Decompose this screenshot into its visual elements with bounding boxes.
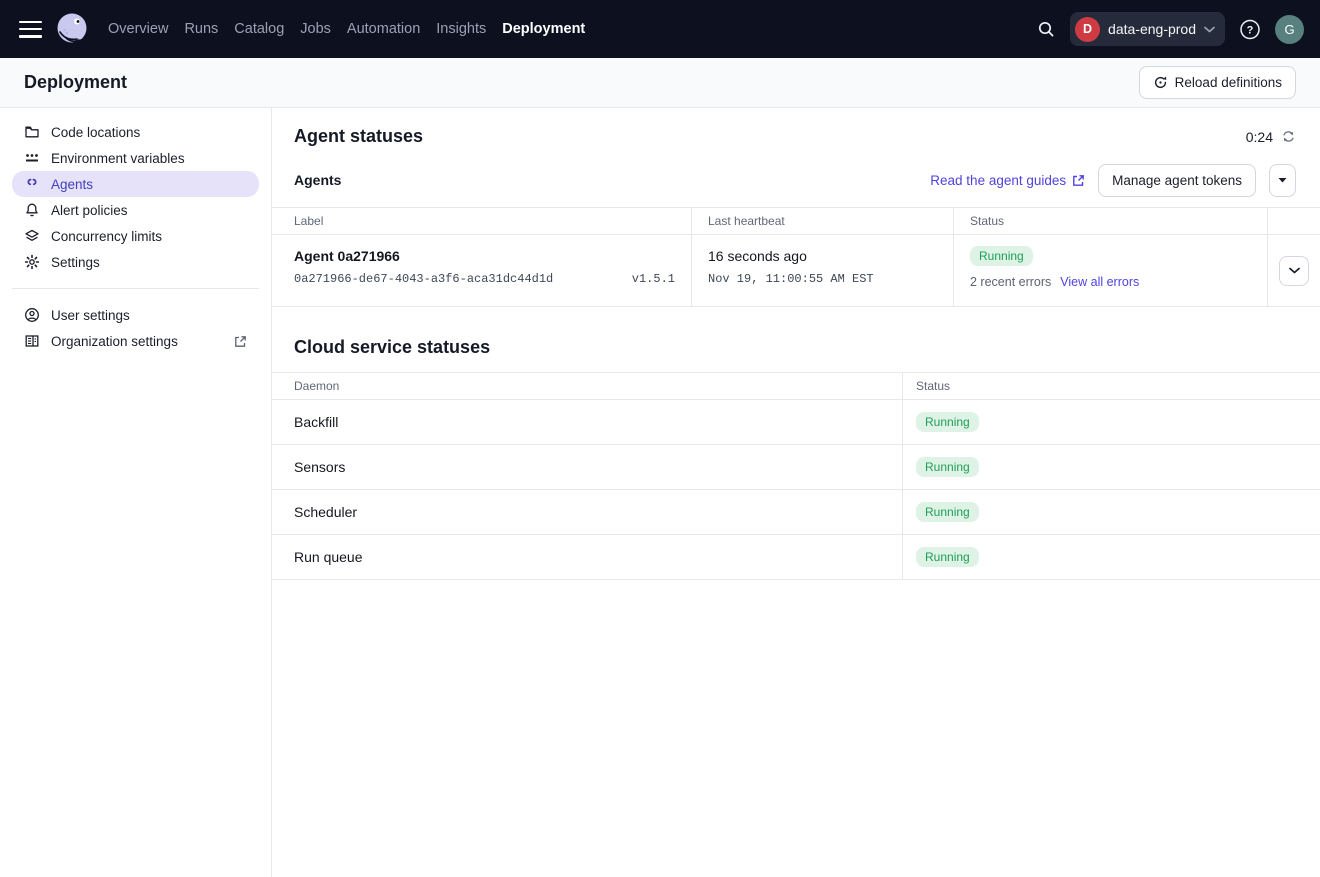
nav-automation[interactable]: Automation — [347, 17, 420, 41]
chevron-down-icon — [1204, 26, 1215, 33]
daemon-row-backfill: Backfill Running — [272, 400, 1320, 445]
nav-jobs[interactable]: Jobs — [300, 17, 331, 41]
manage-agent-tokens-button[interactable]: Manage agent tokens — [1098, 164, 1256, 197]
user-avatar[interactable]: G — [1275, 15, 1304, 44]
recent-errors-count: 2 recent errors — [970, 275, 1051, 289]
agent-icon — [24, 176, 40, 192]
page-title: Deployment — [24, 72, 127, 93]
agent-status-badge: Running — [970, 246, 1033, 266]
sidebar-item-organization-settings[interactable]: Organization settings — [12, 328, 259, 354]
cloud-service-statuses-title: Cloud service statuses — [294, 337, 1296, 358]
heartbeat-absolute: Nov 19, 11:00:55 AM EST — [708, 272, 937, 286]
reload-definitions-button[interactable]: Reload definitions — [1139, 66, 1296, 99]
deployment-initial-badge: D — [1075, 17, 1100, 42]
external-link-icon — [1072, 174, 1085, 187]
organization-icon — [24, 333, 40, 349]
refresh-countdown: 0:24 — [1246, 129, 1296, 145]
daemon-status-badge: Running — [916, 502, 979, 522]
agent-name: Agent 0a271966 — [294, 248, 675, 264]
deployment-sidebar: Code locations Environment variables Age… — [0, 108, 272, 877]
sidebar-item-settings[interactable]: Settings — [12, 249, 259, 275]
cloud-services-table: Daemon Status Backfill Running Sensors R… — [272, 372, 1320, 580]
sidebar-item-environment-variables[interactable]: Environment variables — [12, 145, 259, 171]
sidebar-item-alert-policies[interactable]: Alert policies — [12, 197, 259, 223]
daemon-row-scheduler: Scheduler Running — [272, 490, 1320, 535]
col-header-label: Label — [272, 208, 691, 234]
daemon-status-badge: Running — [916, 412, 979, 432]
nav-catalog[interactable]: Catalog — [234, 17, 284, 41]
agents-table: Label Last heartbeat Status Agent 0a2719… — [272, 207, 1320, 307]
main-content: Agent statuses 0:24 Agents Read the agen… — [272, 108, 1320, 877]
col-header-heartbeat: Last heartbeat — [691, 208, 953, 234]
daemon-name: Backfill — [272, 400, 902, 444]
agent-id: 0a271966-de67-4043-a3f6-aca31dc44d1d — [294, 272, 553, 286]
col-header-status: Status — [953, 208, 1267, 234]
daemon-row-run-queue: Run queue Running — [272, 535, 1320, 580]
layers-icon — [24, 228, 40, 244]
help-icon[interactable]: ? — [1235, 14, 1265, 44]
agents-subsection-label: Agents — [294, 172, 341, 188]
chevron-down-icon — [1289, 267, 1300, 274]
caret-down-icon — [1278, 177, 1287, 183]
sidebar-item-user-settings[interactable]: User settings — [12, 302, 259, 328]
agent-row-expand-button[interactable] — [1279, 256, 1309, 286]
search-icon[interactable] — [1032, 15, 1060, 43]
agent-version: v1.5.1 — [632, 272, 675, 286]
view-all-errors-link[interactable]: View all errors — [1060, 275, 1139, 289]
nav-overview[interactable]: Overview — [108, 17, 168, 41]
top-navigation-bar: Overview Runs Catalog Jobs Automation In… — [0, 0, 1320, 58]
agents-more-actions-button[interactable] — [1269, 164, 1296, 197]
page-header: Deployment Reload definitions — [0, 58, 1320, 108]
daemon-name: Scheduler — [272, 490, 902, 534]
deployment-switcher[interactable]: D data-eng-prod — [1070, 12, 1225, 46]
sidebar-item-code-locations[interactable]: Code locations — [12, 119, 259, 145]
heartbeat-relative: 16 seconds ago — [708, 248, 937, 264]
daemon-name: Sensors — [272, 445, 902, 489]
daemon-row-sensors: Sensors Running — [272, 445, 1320, 490]
hamburger-menu-icon[interactable] — [19, 21, 42, 38]
user-circle-icon — [24, 307, 40, 323]
nav-insights[interactable]: Insights — [436, 17, 486, 41]
reload-icon — [1153, 75, 1168, 90]
col-header-daemon: Daemon — [272, 373, 902, 399]
agent-statuses-title: Agent statuses — [294, 126, 423, 147]
sidebar-item-concurrency-limits[interactable]: Concurrency limits — [12, 223, 259, 249]
primary-nav: Overview Runs Catalog Jobs Automation In… — [108, 17, 585, 41]
sidebar-divider — [12, 288, 259, 289]
daemon-status-badge: Running — [916, 547, 979, 567]
daemon-name: Run queue — [272, 535, 902, 579]
dagster-logo[interactable] — [53, 10, 91, 48]
agent-guides-link[interactable]: Read the agent guides — [930, 173, 1085, 188]
svg-text:?: ? — [1247, 24, 1254, 36]
refresh-icon[interactable] — [1281, 129, 1296, 144]
daemon-status-badge: Running — [916, 457, 979, 477]
folder-icon — [24, 124, 40, 140]
nav-runs[interactable]: Runs — [184, 17, 218, 41]
deployment-name: data-eng-prod — [1108, 21, 1196, 37]
bell-icon — [24, 202, 40, 218]
col-header-daemon-status: Status — [902, 373, 1320, 399]
col-header-expander — [1267, 208, 1320, 234]
sidebar-item-agents[interactable]: Agents — [12, 171, 259, 197]
nav-deployment[interactable]: Deployment — [502, 17, 585, 41]
gear-icon — [24, 254, 40, 270]
agent-row: Agent 0a271966 0a271966-de67-4043-a3f6-a… — [272, 235, 1320, 307]
env-variables-icon — [24, 150, 40, 166]
external-link-icon — [234, 335, 247, 348]
